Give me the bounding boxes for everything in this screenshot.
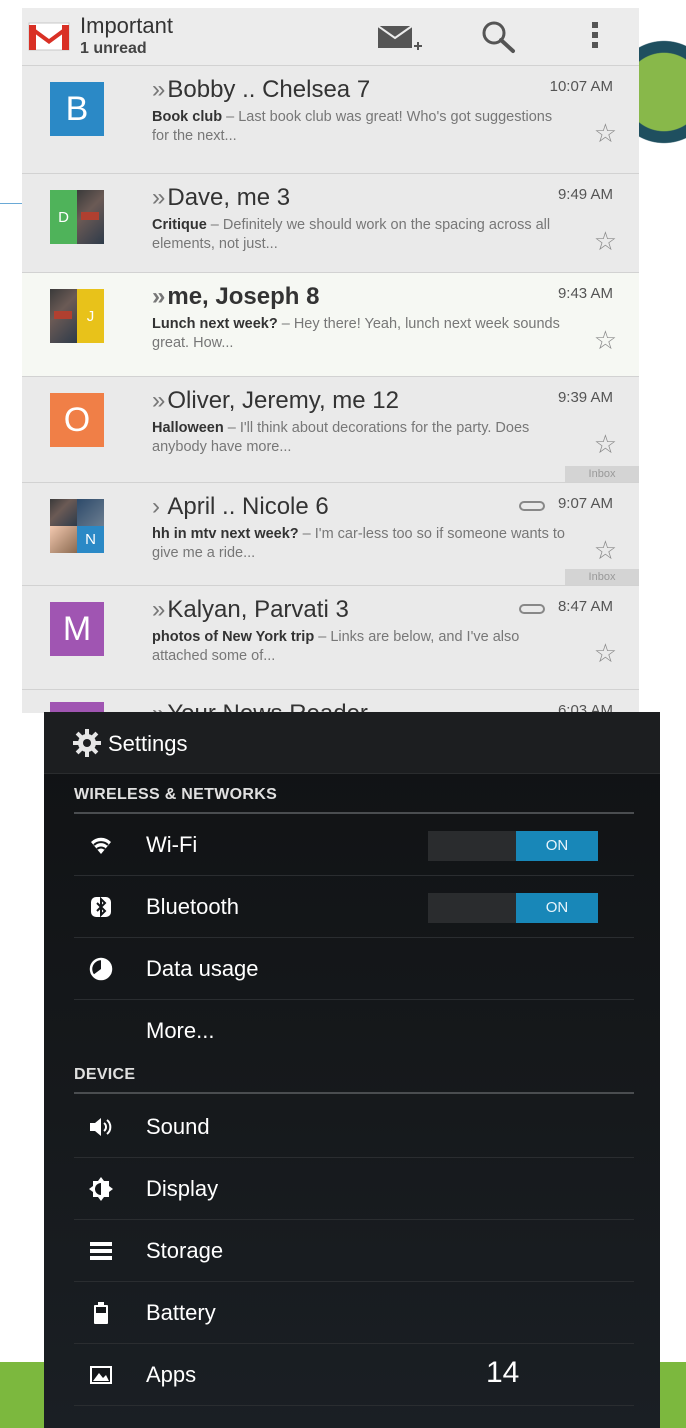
email-snippet: Lunch next week? – Hey there! Yeah, lunc…	[152, 316, 560, 351]
gmail-screen: Important 1 unread B »Bobby .. Chelsea 7…	[22, 8, 639, 713]
avatar-letter: M	[50, 602, 104, 656]
email-sender: »Oliver, Jeremy, me 12	[152, 387, 399, 414]
section-divider	[74, 1092, 634, 1094]
avatar-letter: N	[77, 526, 104, 553]
avatar: B	[50, 82, 104, 136]
settings-item-storage[interactable]: Storage	[74, 1220, 634, 1282]
star-icon[interactable]: ☆	[594, 429, 617, 460]
avatar: D	[50, 190, 104, 244]
inbox-label: Inbox	[565, 466, 639, 482]
settings-title: Settings	[108, 731, 188, 756]
avatar: N	[50, 499, 104, 553]
email-sender: › April .. Nicole 6	[152, 493, 329, 520]
settings-item-sound[interactable]: Sound	[74, 1096, 634, 1158]
settings-item-bluetooth[interactable]: Bluetooth ON	[74, 876, 634, 938]
data-usage-icon	[89, 957, 113, 981]
bluetooth-toggle[interactable]: ON	[428, 893, 598, 923]
email-row[interactable]: »Your News Reader 6:03 AM	[22, 690, 639, 713]
star-icon[interactable]: ☆	[594, 535, 617, 566]
section-wireless-networks: WIRELESS & NETWORKS	[74, 786, 278, 803]
email-sender: »Kalyan, Parvati 3	[152, 596, 349, 623]
gear-icon	[73, 729, 101, 757]
slide-divider-line	[0, 203, 24, 204]
email-row[interactable]: B »Bobby .. Chelsea 7 10:07 AM Book club…	[22, 66, 639, 174]
battery-label: Battery	[146, 1300, 216, 1325]
search-icon[interactable]	[478, 18, 518, 56]
unread-count: 1 unread	[80, 40, 147, 57]
brightness-icon	[89, 1177, 113, 1201]
star-icon[interactable]: ☆	[594, 638, 617, 669]
bluetooth-label: Bluetooth	[146, 894, 239, 919]
contact-photo	[77, 499, 104, 526]
storage-icon	[90, 1242, 112, 1260]
display-label: Display	[146, 1176, 219, 1201]
email-snippet: Critique – Definitely we should work on …	[152, 217, 551, 252]
email-row[interactable]: O »Oliver, Jeremy, me 12 9:39 AM Hallowe…	[22, 377, 639, 483]
more-label: More...	[146, 1018, 215, 1043]
wifi-icon	[91, 837, 111, 854]
slide-page-number: 14	[486, 1356, 520, 1389]
email-snippet: Book club – Last book club was great! Wh…	[152, 109, 553, 144]
mailbox-title: Important	[80, 13, 173, 38]
attachment-icon	[519, 604, 545, 614]
settings-item-battery[interactable]: Battery	[74, 1282, 634, 1344]
avatar: J	[50, 289, 104, 343]
email-snippet: hh in mtv next week? – I'm car-less too …	[152, 526, 565, 561]
contact-photo	[50, 526, 77, 553]
contact-photo	[50, 289, 77, 343]
wifi-toggle[interactable]: ON	[428, 831, 598, 861]
avatar-letter: O	[50, 393, 104, 447]
avatar-letter: J	[77, 289, 104, 343]
bluetooth-icon	[91, 896, 111, 918]
storage-label: Storage	[146, 1238, 224, 1263]
gmail-action-bar: Important 1 unread	[22, 8, 639, 66]
bluetooth-toggle-state: ON	[516, 893, 598, 923]
email-row[interactable]: M »Kalyan, Parvati 3 8:47 AM photos of N…	[22, 586, 639, 690]
attachment-icon	[519, 501, 545, 511]
star-icon[interactable]: ☆	[594, 325, 617, 356]
settings-item-display[interactable]: Display	[74, 1158, 634, 1220]
star-icon[interactable]: ☆	[594, 118, 617, 149]
gmail-logo-icon[interactable]	[28, 20, 70, 52]
email-row[interactable]: N › April .. Nicole 6 9:07 AM hh in mtv …	[22, 483, 639, 586]
battery-icon	[94, 1302, 108, 1324]
settings-item-more[interactable]: More...	[74, 1000, 634, 1062]
star-icon[interactable]: ☆	[594, 226, 617, 257]
email-time: 10:07 AM	[549, 78, 613, 95]
email-time: 9:07 AM	[557, 495, 613, 512]
wifi-label: Wi-Fi	[146, 832, 198, 857]
contact-photo	[50, 499, 77, 526]
avatar-letter: B	[50, 82, 104, 136]
apps-icon	[90, 1366, 112, 1384]
email-snippet: photos of New York trip – Links are belo…	[152, 629, 520, 664]
contact-photo	[77, 190, 104, 244]
email-time: 9:43 AM	[557, 285, 613, 302]
inbox-label: Inbox	[565, 569, 639, 585]
avatar: O	[50, 393, 104, 447]
apps-label: Apps	[146, 1362, 197, 1387]
data-usage-label: Data usage	[146, 956, 259, 981]
email-sender: »me, Joseph 8	[152, 283, 320, 310]
email-sender: »Bobby .. Chelsea 7	[152, 76, 371, 103]
email-time: 8:47 AM	[557, 598, 613, 615]
avatar: M	[50, 602, 104, 656]
settings-item-data-usage[interactable]: Data usage	[74, 938, 634, 1000]
avatar-letter: D	[50, 190, 77, 244]
settings-item-wifi[interactable]: Wi-Fi ON	[74, 814, 634, 876]
settings-item-apps[interactable]: Apps 14	[74, 1344, 634, 1406]
settings-header: Settings	[44, 712, 660, 774]
email-snippet: Halloween – I'll think about decorations…	[152, 420, 530, 455]
email-row[interactable]: D »Dave, me 3 9:49 AM Critique – Definit…	[22, 174, 639, 273]
section-device: DEVICE	[74, 1066, 136, 1083]
compose-icon[interactable]	[376, 22, 424, 56]
wifi-toggle-state: ON	[516, 831, 598, 861]
email-sender: »Dave, me 3	[152, 184, 291, 211]
email-time: 9:49 AM	[557, 186, 613, 203]
email-time: 9:39 AM	[557, 389, 613, 406]
sound-label: Sound	[146, 1114, 210, 1139]
settings-screen: Settings WIRELESS & NETWORKS Wi-Fi ON Bl…	[44, 712, 660, 1428]
speaker-icon	[90, 1118, 112, 1136]
email-row[interactable]: J »me, Joseph 8 9:43 AM Lunch next week?…	[22, 273, 639, 377]
overflow-menu-icon[interactable]	[592, 22, 600, 50]
